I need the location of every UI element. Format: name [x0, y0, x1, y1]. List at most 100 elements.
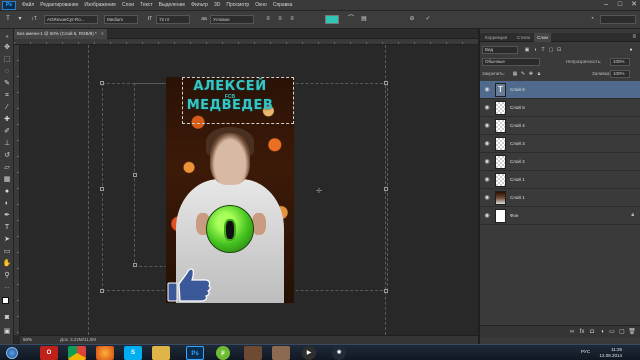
3d-icon[interactable]: ◔ — [588, 16, 596, 23]
layer-row[interactable]: ◉ T Слой 6 — [480, 81, 640, 99]
visibility-eye-icon[interactable]: ◉ — [483, 158, 491, 166]
media-player-icon[interactable]: ▶ — [302, 346, 316, 360]
hand-tool-icon[interactable]: ✋ — [2, 259, 12, 268]
healing-brush-icon[interactable]: ✚ — [2, 115, 12, 124]
character-panel-icon[interactable]: ▤ — [360, 16, 368, 23]
visibility-eye-icon[interactable]: ◉ — [483, 194, 491, 202]
close-tab-icon[interactable]: × — [101, 29, 104, 39]
layer-name[interactable]: Фон — [510, 207, 518, 225]
filter-type-icon[interactable]: T — [540, 47, 546, 53]
chevron-down-icon[interactable]: ▾ — [16, 16, 24, 23]
visibility-eye-icon[interactable]: ◉ — [483, 176, 491, 184]
workspace-select[interactable] — [600, 15, 636, 24]
canvas-area[interactable]: АЛЕКСЕЙ FCB МЕДВЕДЕВ ✛ — [20, 45, 478, 335]
transform-handle[interactable] — [100, 289, 104, 293]
lock-all-icon[interactable]: 🔒︎ — [536, 71, 542, 77]
menu-file[interactable]: Файл — [19, 2, 37, 8]
brush-tool-icon[interactable]: ✐ — [2, 127, 12, 136]
layer-row[interactable]: ◉ Фон 🔒︎ — [480, 207, 640, 225]
align-left-icon[interactable]: ≡ — [264, 16, 272, 23]
layer-row[interactable]: ◉ Слой 1 — [480, 171, 640, 189]
opacity-input[interactable]: 100% — [610, 58, 630, 66]
path-select-icon[interactable]: ➤ — [2, 235, 12, 244]
menu-edit[interactable]: Редактирование — [37, 2, 81, 8]
tab-styles[interactable]: Стили — [514, 33, 533, 42]
move-tool-icon[interactable]: ✥ — [2, 43, 12, 52]
history-brush-icon[interactable]: ↺ — [2, 151, 12, 160]
transform-handle[interactable] — [100, 81, 104, 85]
cancel-icon[interactable]: ⊘ — [408, 16, 416, 23]
delete-layer-icon[interactable]: 🗑︎ — [628, 328, 636, 336]
menu-filter[interactable]: Фильтр — [188, 2, 211, 8]
transform-handle[interactable] — [133, 263, 137, 267]
collapse-icon[interactable]: » — [2, 33, 12, 42]
add-mask-icon[interactable]: ◘ — [588, 328, 596, 336]
shape-tool-icon[interactable]: ▭ — [2, 247, 12, 256]
chrome-icon[interactable] — [68, 346, 86, 360]
crop-tool-icon[interactable]: ⌗ — [2, 91, 12, 100]
clone-stamp-icon[interactable]: ⊥ — [2, 139, 12, 148]
aperture-app-icon[interactable]: ✺ — [332, 346, 346, 360]
layer-row[interactable]: ◉ Слой 5 — [480, 99, 640, 117]
filter-pixel-icon[interactable]: ▣ — [524, 47, 530, 53]
lasso-tool-icon[interactable]: ◌ — [2, 67, 12, 76]
gradient-tool-icon[interactable]: ▦ — [2, 175, 12, 184]
quick-select-icon[interactable]: ✎ — [2, 79, 12, 88]
lock-position-icon[interactable]: ✥ — [528, 71, 534, 77]
layer-name[interactable]: Слой 4 — [510, 117, 525, 135]
adjustment-layer-icon[interactable]: ◑ — [598, 328, 606, 336]
menu-window[interactable]: Окно — [252, 2, 270, 8]
layer-name[interactable]: Слой 3 — [510, 135, 525, 153]
layer-row[interactable]: ◉ Слой 1 — [480, 189, 640, 207]
dodge-tool-icon[interactable]: ◐ — [2, 199, 12, 208]
text-color-swatch[interactable] — [325, 15, 339, 24]
filter-smart-icon[interactable]: ⊡ — [556, 47, 562, 53]
font-family-select[interactable]: AGRevueCyr-Ro... — [44, 15, 98, 24]
filter-adjust-icon[interactable]: ◑ — [532, 47, 538, 53]
eraser-tool-icon[interactable]: ▱ — [2, 163, 12, 172]
transform-handle[interactable] — [384, 187, 388, 191]
menu-view[interactable]: Просмотр — [223, 2, 252, 8]
font-size-select[interactable]: 72 пт — [156, 15, 190, 24]
text-tool-icon[interactable]: T — [4, 16, 12, 23]
firefox-icon[interactable] — [96, 346, 114, 360]
visibility-eye-icon[interactable]: ◉ — [483, 212, 491, 220]
visibility-eye-icon[interactable]: ◉ — [483, 122, 491, 130]
filter-toggle-icon[interactable]: ● — [628, 47, 634, 53]
lock-pixels-icon[interactable]: ✎ — [520, 71, 526, 77]
skype-icon[interactable]: S — [124, 346, 142, 360]
transform-handle[interactable] — [133, 173, 137, 177]
document-tab[interactable]: Без имени-1 @ 50% (Слой 5, RGB/8) * × — [14, 29, 107, 39]
transform-handle[interactable] — [100, 187, 104, 191]
utorrent-icon[interactable]: µ — [216, 346, 230, 360]
tab-adjustments[interactable]: Коррекция — [482, 33, 510, 42]
photoshop-taskbar-icon[interactable]: Ps — [186, 346, 204, 360]
layer-name[interactable]: Слой 1 — [510, 189, 525, 207]
more-tools-icon[interactable]: … — [2, 283, 12, 292]
menu-select[interactable]: Выделение — [156, 2, 189, 8]
minimize-icon[interactable]: – — [602, 1, 610, 9]
text-bounding-box[interactable] — [182, 77, 294, 124]
orientation-toggle-icon[interactable]: ↕T — [30, 16, 38, 23]
align-center-icon[interactable]: ≡ — [276, 16, 284, 23]
antialias-select[interactable]: Угловое — [210, 15, 254, 24]
zoom-level[interactable]: 50% — [23, 337, 32, 342]
pen-tool-icon[interactable]: ✒ — [2, 211, 12, 220]
layer-name[interactable]: Слой 2 — [510, 153, 525, 171]
align-right-icon[interactable]: ≡ — [288, 16, 296, 23]
menu-type[interactable]: Текст — [137, 2, 156, 8]
foreground-color-swatch[interactable] — [2, 297, 9, 304]
maximize-icon[interactable]: □ — [616, 1, 624, 9]
zoom-tool-icon[interactable]: ⚲ — [2, 271, 12, 280]
layer-row[interactable]: ◉ Слой 2 — [480, 153, 640, 171]
tab-layers[interactable]: Слои — [534, 33, 551, 42]
panel-menu-icon[interactable]: ≡ — [632, 33, 636, 42]
visibility-eye-icon[interactable]: ◉ — [483, 86, 491, 94]
layer-name[interactable]: Слой 6 — [510, 81, 525, 99]
menu-image[interactable]: Изображение — [81, 2, 119, 8]
document-image[interactable]: АЛЕКСЕЙ FCB МЕДВЕДЕВ — [166, 77, 294, 303]
visibility-eye-icon[interactable]: ◉ — [483, 140, 491, 148]
opera-icon[interactable]: O — [40, 346, 58, 360]
new-group-icon[interactable]: ▭ — [608, 328, 616, 336]
layer-name[interactable]: Слой 5 — [510, 99, 525, 117]
